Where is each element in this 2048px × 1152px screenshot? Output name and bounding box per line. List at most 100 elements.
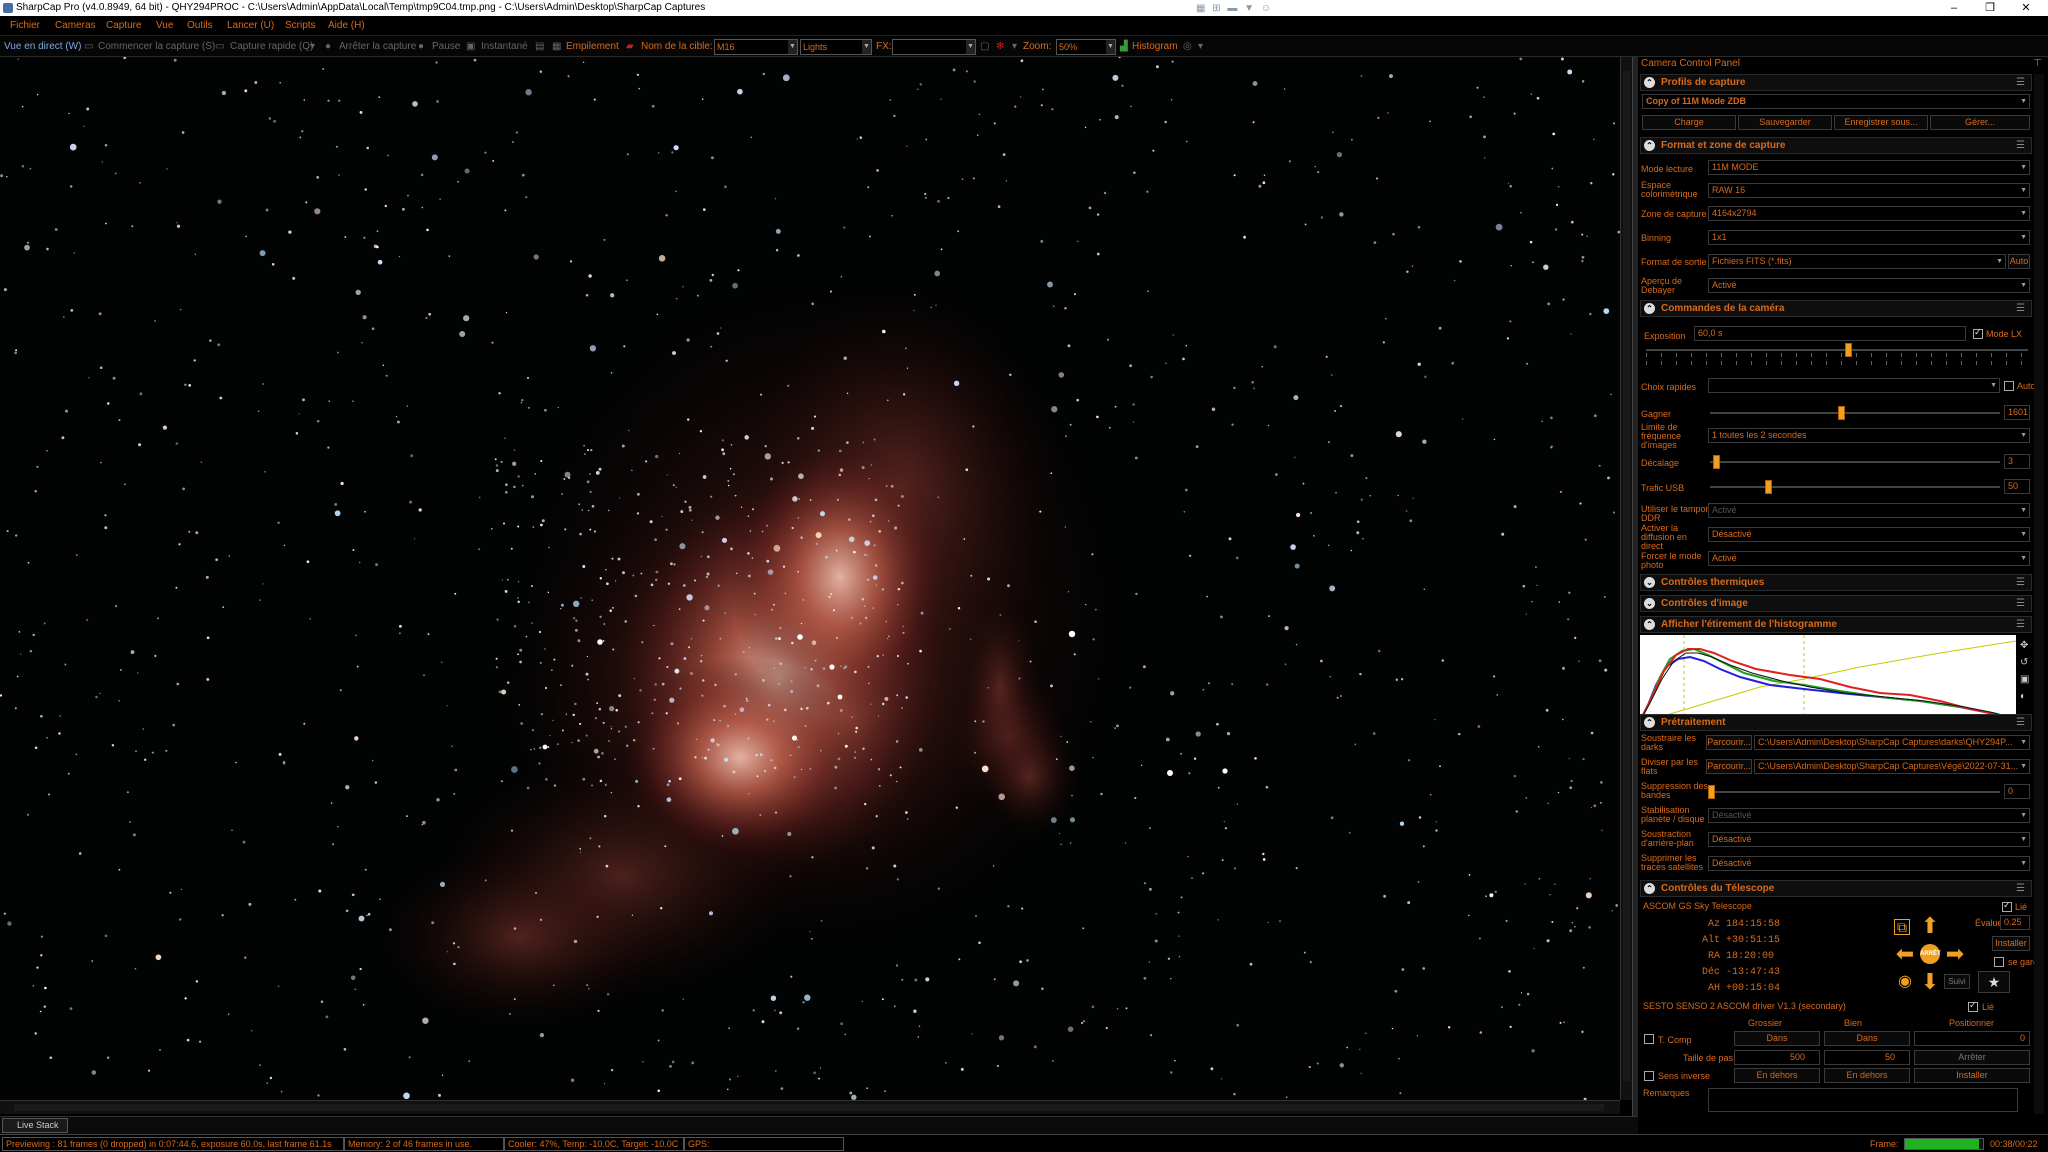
collapse-icon[interactable]: ⌃ [1644,883,1655,894]
focuser-position-input[interactable]: 0 [1914,1031,2030,1046]
darks-browse-button[interactable]: Parcourir... [1706,735,1752,750]
pin-icon[interactable]: ⊤ [2033,58,2042,69]
reverse-checkbox[interactable] [1644,1071,1654,1081]
histogram-tool-icons[interactable]: ✥ ↺ ▣ ◐ [2020,637,2032,723]
park-checkbox[interactable] [1994,957,2004,967]
readout-mode-select[interactable]: 11M MODE ▼ [1708,160,2030,175]
expand-icon[interactable]: ⌄ [1644,577,1655,588]
section-camera-controls[interactable]: ⌃ Commandes de la caméra ☰ [1640,300,2032,317]
reticle-icon[interactable]: ✻ [996,41,1004,52]
manage-profiles-button[interactable]: Gérer... [1930,115,2030,130]
center-target-icon[interactable]: ◉ [1894,971,1916,993]
menu-capture[interactable]: Capture [106,20,142,31]
temp-comp-checkbox[interactable] [1644,1034,1654,1044]
notes-textarea[interactable] [1708,1088,2018,1112]
pause-button[interactable]: Pause [432,41,460,52]
darks-select[interactable]: C:\Users\Admin\Desktop\SharpCap Captures… [1754,735,2030,750]
rate-select[interactable]: 0.25 [2000,915,2030,930]
flats-browse-button[interactable]: Parcourir... [1706,759,1752,774]
minimize-button[interactable]: – [1934,0,1974,16]
start-capture-button[interactable]: Commencer la capture (S) [98,41,215,52]
profile-select[interactable]: Copy of 11M Mode ZDB ▼ [1642,94,2030,109]
section-telescope[interactable]: ⌃ Contrôles du Télescope ☰ [1640,880,2032,897]
horizontal-scroll-thumb[interactable] [14,1104,1604,1111]
fine-in-button[interactable]: Dans [1824,1031,1910,1046]
target-name-input[interactable]: M16 ▼ [714,39,798,55]
focuser-linked-checkbox[interactable] [1968,1000,1978,1012]
banding-slider-track[interactable] [1710,791,2000,793]
collapse-icon[interactable]: ⌃ [1644,303,1655,314]
west-arrow-button[interactable]: ⬅ [1894,943,1916,965]
photo-mode-select[interactable]: Activé ▼ [1708,551,2030,566]
section-profiles[interactable]: ⌃ Profils de capture ☰ [1640,74,2032,91]
tracking-button[interactable]: Suivi [1944,974,1970,989]
output-format-auto-button[interactable]: Auto [2008,254,2030,269]
focuser-stop-button[interactable]: Arrêter [1914,1050,2030,1065]
save-profile-button[interactable]: Sauvegarder [1738,115,1832,130]
section-histogram[interactable]: ⌃ Afficher l'étirement de l'histogramme ☰ [1640,616,2032,633]
dropdown-arrow-icon[interactable]: ▾ [310,41,315,52]
mount-install-button[interactable]: Installer [1992,936,2030,951]
satellite-trails-select[interactable]: Désactivé ▼ [1708,856,2030,871]
south-arrow-button[interactable]: ⬇ [1919,971,1941,993]
fine-step-input[interactable]: 50 [1824,1050,1910,1065]
binning-select[interactable]: 1x1 ▼ [1708,230,2030,245]
histogram-dropdown-icon[interactable]: ▾ [1198,41,1203,52]
star-icon[interactable]: ★ [1978,971,2010,993]
gain-slider-track[interactable] [1710,412,2000,414]
live-view-button[interactable]: Vue en direct (W) [4,41,81,52]
stack-button[interactable]: Empilement [566,41,619,52]
vertical-scrollbar[interactable] [1620,57,1632,1100]
fine-out-button[interactable]: En dehors [1824,1068,1910,1083]
frame-type-select[interactable]: Lights ▼ [800,39,872,55]
menu-scripts[interactable]: Scripts [285,20,316,31]
gain-slider-thumb[interactable] [1837,406,1845,420]
coarse-out-button[interactable]: En dehors [1734,1068,1820,1083]
titlebar-extra-icons[interactable]: ▦ ⊞ ▬ ▼ ☺ [1196,1,1273,17]
quick-capture-button[interactable]: Capture rapide (Q) [230,41,313,52]
reticle-dropdown-icon[interactable]: ▾ [1012,41,1017,52]
section-thermal[interactable]: ⌄ Contrôles thermiques ☰ [1640,574,2032,591]
panel-scrollbar[interactable] [2034,74,2044,1114]
live-stack-tab[interactable]: Live Stack [2,1118,68,1133]
debayer-preview-select[interactable]: Activé ▼ [1708,278,2030,293]
menu-fichier[interactable]: Fichier [10,20,40,31]
auto-checkbox[interactable] [2004,381,2014,391]
image-viewport[interactable] [0,57,1620,1100]
section-image-controls[interactable]: ⌄ Contrôles d'image ☰ [1640,595,2032,612]
snapshot-button[interactable]: Instantané [481,41,528,52]
save-as-profile-button[interactable]: Enregistrer sous... [1834,115,1928,130]
histogram-button[interactable]: Histogram [1132,41,1178,52]
colour-space-select[interactable]: RAW 16 ▼ [1708,183,2030,198]
flats-select[interactable]: C:\Users\Admin\Desktop\SharpCap Captures… [1754,759,2030,774]
exposure-slider-thumb[interactable] [1845,343,1853,357]
banding-slider-thumb[interactable] [1708,785,1715,799]
usb-slider-track[interactable] [1710,486,2000,488]
menu-cameras[interactable]: Cameras [55,20,96,31]
stop-capture-button[interactable]: Arrêter la capture [339,41,416,52]
collapse-icon[interactable]: ⌃ [1644,140,1655,151]
crosshair-icon[interactable]: ▢ [980,41,989,52]
banding-value[interactable]: 0 [2004,784,2030,799]
maximize-button[interactable]: ❐ [1970,0,2010,16]
live-stream-select[interactable]: Désactivé ▼ [1708,527,2030,542]
exposure-slider-track[interactable] [1646,349,2028,351]
histogram-stretch-graph[interactable] [1639,635,2017,724]
mount-linked-checkbox[interactable] [2002,900,2012,912]
east-arrow-button[interactable]: ➡ [1944,943,1966,965]
collapse-icon[interactable]: ⌃ [1644,717,1655,728]
menu-lancer[interactable]: Lancer (U) [227,20,274,31]
capture-area-select[interactable]: 4164x2794 ▼ [1708,206,2030,221]
output-format-select[interactable]: Fichiers FITS (*.fits) ▼ [1708,254,2006,269]
goto-icon[interactable]: ⧉ [1894,919,1910,935]
ddr-buffer-select[interactable]: Activé ▼ [1708,503,2030,518]
histogram-settings-icon[interactable]: ◎ [1183,41,1192,52]
exposure-input[interactable]: 60,0 s [1694,326,1966,341]
offset-slider-thumb[interactable] [1712,455,1720,469]
load-profile-button[interactable]: Charge [1642,115,1736,130]
gain-value[interactable]: 1601 [2004,405,2030,420]
section-format[interactable]: ⌃ Format et zone de capture ☰ [1640,137,2032,154]
menu-aide[interactable]: Aide (H) [328,20,365,31]
menu-vue[interactable]: Vue [156,20,173,31]
menu-outils[interactable]: Outils [187,20,213,31]
